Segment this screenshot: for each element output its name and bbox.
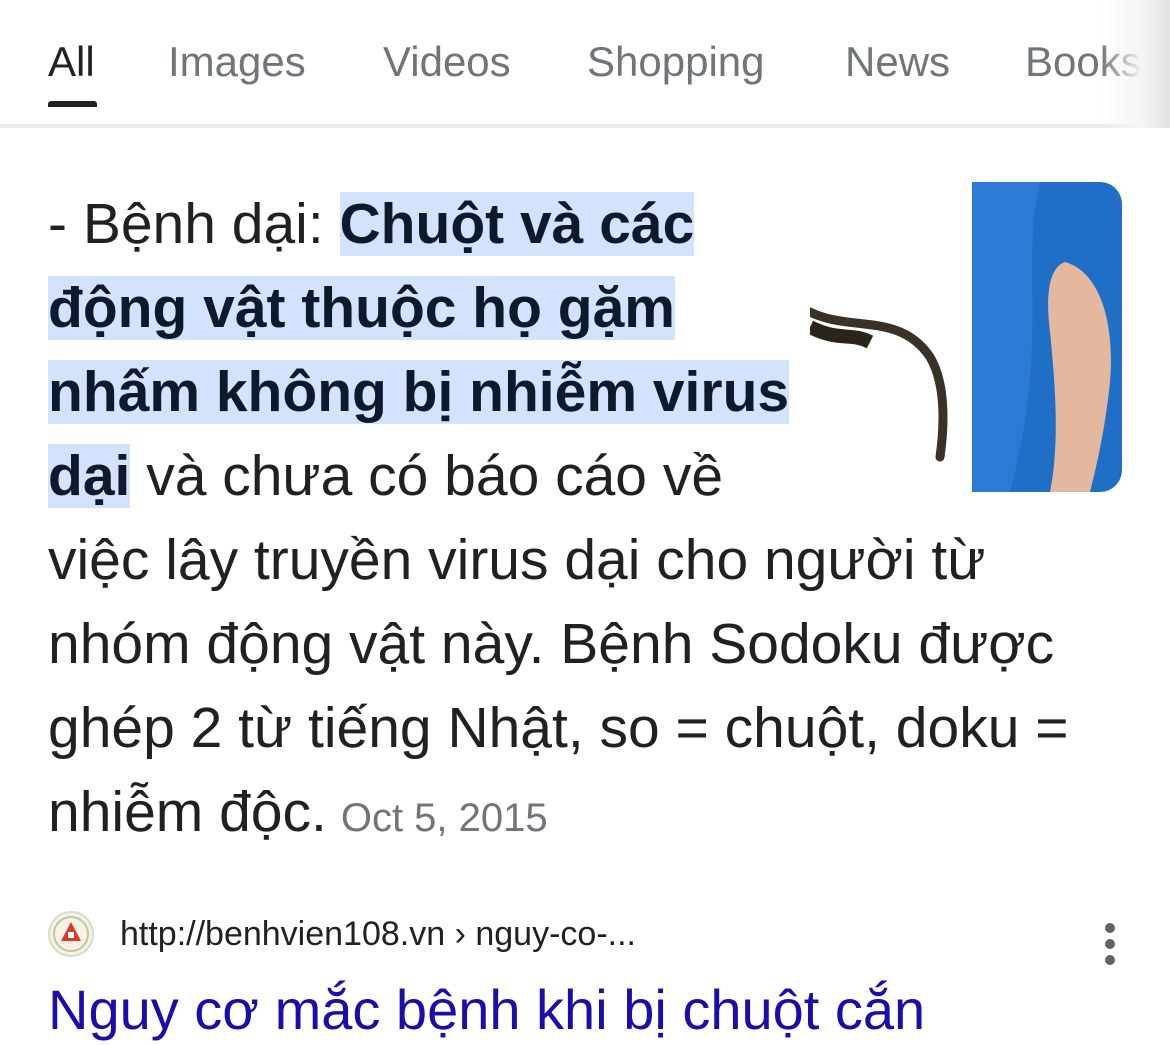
snippet-prefix: - Bệnh dại:: [48, 192, 340, 256]
tab-shopping[interactable]: Shopping: [587, 38, 765, 86]
active-tab-indicator: [48, 101, 97, 107]
more-vert-icon[interactable]: [1092, 911, 1128, 965]
result-url: http://benhvien108.vn › nguy-co-...: [120, 915, 636, 953]
tab-images[interactable]: Images: [168, 38, 306, 86]
result-source[interactable]: http://benhvien108.vn › nguy-co-...: [48, 905, 1128, 965]
tabs-scroll-fade: [1100, 0, 1170, 128]
snippet-body: và chưa có báo cáo về việc lây truyền vi…: [48, 444, 1069, 844]
rat-tail-image: [810, 182, 1122, 492]
tab-all[interactable]: All: [48, 38, 95, 86]
tab-news[interactable]: News: [845, 38, 950, 86]
snippet-thumbnail[interactable]: [810, 182, 1122, 492]
tab-videos[interactable]: Videos: [383, 38, 511, 86]
snippet-date: Oct 5, 2015: [340, 796, 548, 840]
search-tabs: All Images Videos Shopping News Books: [0, 0, 1170, 128]
hospital-logo-icon: [48, 911, 94, 957]
result-title-link[interactable]: Nguy cơ mắc bệnh khi bị chuột cắn: [48, 975, 925, 1045]
